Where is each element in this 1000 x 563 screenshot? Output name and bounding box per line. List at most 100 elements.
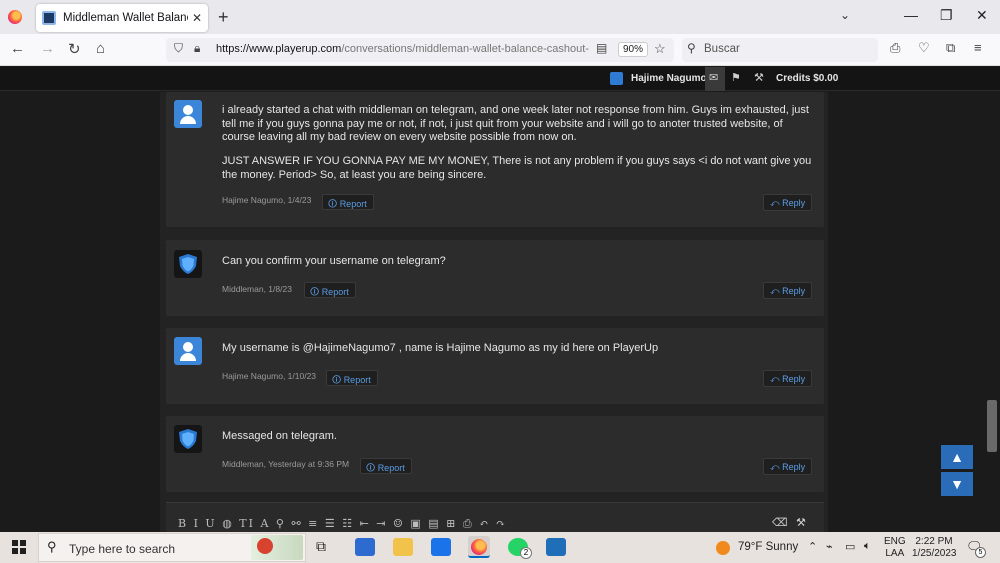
pocket-icon[interactable]: ♡ — [918, 40, 930, 56]
credits-balance[interactable]: Credits $0.00 — [776, 73, 838, 84]
firefox-taskbar-icon[interactable] — [468, 536, 490, 558]
message-text: JUST ANSWER IF YOU GONNA PAY ME MY MONEY… — [222, 155, 812, 181]
shield-icon — [179, 429, 197, 449]
report-button[interactable]: 🛈 Report — [304, 282, 356, 298]
report-button[interactable]: 🛈 Report — [326, 370, 378, 386]
back-icon[interactable]: ← — [10, 40, 25, 57]
lock-icon[interactable]: 🔒︎ — [194, 41, 200, 56]
user-avatar[interactable] — [610, 72, 623, 85]
report-button[interactable]: 🛈 Report — [322, 194, 374, 210]
middleman-avatar[interactable] — [174, 250, 202, 278]
post-meta[interactable]: Hajime Nagumo, 1/4/23 — [222, 195, 311, 205]
file-explorer-icon[interactable] — [393, 538, 413, 556]
search-icon: ⚲ — [687, 41, 696, 55]
new-tab-icon[interactable]: + — [218, 7, 229, 28]
scroll-to-top-button[interactable]: ▲ — [941, 445, 973, 469]
middleman-avatar[interactable] — [174, 425, 202, 453]
site-header: Hajime Nagumo ✉ ⚑ ⚒ Credits $0.00 — [0, 67, 1000, 91]
mail-app-icon[interactable] — [431, 538, 451, 556]
clock-time: 2:22 PM — [915, 536, 953, 547]
task-view-icon[interactable]: ⧉ — [316, 538, 336, 556]
message-post: Messaged on telegram. Middleman, Yesterd… — [166, 416, 824, 492]
taskbar-clock[interactable]: 2:22 PM 1/25/2023 — [912, 536, 957, 560]
firefox-icon — [471, 539, 487, 555]
reload-icon[interactable]: ↻ — [68, 40, 81, 58]
shield-icon[interactable]: ⛉ — [174, 41, 183, 56]
zoom-level-button[interactable]: 90% — [618, 42, 649, 57]
list-all-tabs-icon[interactable]: ⌄ — [840, 8, 850, 22]
search-highlight-image — [251, 535, 303, 560]
account-username[interactable]: Hajime Nagumo — [631, 73, 707, 84]
reply-button[interactable]: ⤺ Reply — [763, 370, 813, 387]
user-avatar[interactable] — [174, 100, 202, 128]
extensions-icon[interactable]: ⧉ — [946, 40, 955, 56]
reply-button[interactable]: ⤺ Reply — [763, 458, 813, 475]
keyboard-layout: LAA — [885, 548, 905, 559]
taskbar-search-placeholder: Type here to search — [69, 542, 176, 556]
tab-title: Middleman Wallet Balance Cashout — [63, 12, 188, 24]
whatsapp-icon[interactable]: 2 — [508, 538, 532, 559]
inbox-button[interactable]: ✉ — [705, 67, 725, 91]
minimize-icon[interactable]: — — [904, 7, 918, 23]
editor-toolbar[interactable]: B I U ◍ TI A ⚲ ⚯ ≡ ☰ ☷ ⇤ ⇥ ☺ ▣ ▤ ⊞ ⎙ ↶ ↷ — [178, 517, 507, 531]
network-icon[interactable]: ⌁ — [826, 540, 833, 553]
wrench-icon[interactable]: ⚒ — [796, 516, 806, 529]
eraser-icon[interactable]: ⌫ — [772, 516, 788, 529]
user-avatar[interactable] — [174, 337, 202, 365]
navigation-toolbar: ← → ↻ ⌂ ⛉ 🔒︎ https://www.playerup.com/co… — [0, 34, 1000, 66]
close-window-icon[interactable]: ✕ — [976, 7, 988, 24]
scrollbar-thumb[interactable] — [987, 400, 997, 452]
display-icon[interactable]: ▭ — [845, 540, 855, 553]
language-code: ENG — [884, 536, 906, 547]
input-language[interactable]: ENG LAA — [884, 536, 906, 560]
scroll-to-bottom-button[interactable]: ▼ — [941, 472, 973, 496]
whatsapp-badge: 2 — [520, 547, 532, 559]
taskbar-search[interactable]: ⚲ Type here to search — [38, 533, 306, 562]
reader-view-icon[interactable]: ▤ — [596, 41, 607, 55]
chevron-up-icon[interactable]: ⌃ — [808, 540, 817, 553]
clock-date: 1/25/2023 — [912, 548, 957, 559]
report-button[interactable]: 🛈 Report — [360, 458, 412, 474]
url-text[interactable]: https://www.playerup.com/conversations/m… — [216, 43, 589, 55]
message-text: Messaged on telegram. — [222, 430, 337, 442]
flag-icon[interactable]: ⚑ — [731, 71, 741, 84]
message-post: Can you confirm your username on telegra… — [166, 240, 824, 316]
mail-icon: ✉ — [709, 72, 719, 84]
microsoft-store-icon[interactable] — [355, 538, 375, 556]
wrench-icon[interactable]: ⚒ — [754, 71, 764, 84]
address-bar[interactable]: ⛉ 🔒︎ https://www.playerup.com/conversati… — [166, 38, 674, 62]
reply-button[interactable]: ⤺ Reply — [763, 194, 813, 211]
search-input[interactable]: ⚲ Buscar — [682, 38, 878, 62]
notifications-badge: 5 — [975, 547, 986, 558]
message-text: My username is @HajimeNagumo7 , name is … — [222, 342, 659, 354]
message-post: i already started a chat with middleman … — [166, 92, 824, 227]
photos-app-icon[interactable] — [546, 538, 566, 556]
forward-icon[interactable]: → — [40, 40, 55, 57]
weather-text[interactable]: 79°F Sunny — [738, 541, 798, 553]
search-placeholder: Buscar — [704, 43, 740, 55]
browser-tab-active[interactable]: Middleman Wallet Balance Cashout ✕ — [36, 4, 208, 32]
post-meta[interactable]: Middleman, Yesterday at 9:36 PM — [222, 459, 349, 469]
firefox-icon[interactable] — [8, 10, 22, 24]
close-tab-icon[interactable]: ✕ — [192, 11, 202, 25]
search-icon: ⚲ — [47, 539, 57, 554]
browser-tab-strip: Middleman Wallet Balance Cashout ✕ + ⌄ —… — [0, 0, 1000, 34]
home-icon[interactable]: ⌂ — [96, 40, 105, 57]
reply-editor[interactable]: B I U ◍ TI A ⚲ ⚯ ≡ ☰ ☷ ⇤ ⇥ ☺ ▣ ▤ ⊞ ⎙ ↶ ↷… — [166, 502, 824, 532]
shield-icon — [179, 254, 197, 274]
reply-button[interactable]: ⤺ Reply — [763, 282, 813, 299]
volume-icon[interactable]: 🔈︎ — [864, 540, 871, 553]
message-post: My username is @HajimeNagumo7 , name is … — [166, 328, 824, 404]
bookmark-star-icon[interactable]: ☆ — [654, 41, 666, 57]
post-meta[interactable]: Hajime Nagumo, 1/10/23 — [222, 371, 316, 381]
rose-icon — [257, 538, 273, 554]
sun-icon — [716, 541, 730, 555]
post-meta[interactable]: Middleman, 1/8/23 — [222, 284, 292, 294]
site-favicon-icon — [42, 11, 56, 25]
windows-start-icon[interactable] — [12, 540, 26, 554]
message-text: Can you confirm your username on telegra… — [222, 255, 446, 267]
menu-icon[interactable]: ≡ — [974, 40, 982, 55]
windows-taskbar: ⚲ Type here to search ⧉ 2 79°F Sunny ⌃ ⌁… — [0, 532, 1000, 563]
print-icon[interactable]: ⎙ — [890, 40, 900, 56]
restore-icon[interactable]: ❐ — [940, 7, 953, 24]
